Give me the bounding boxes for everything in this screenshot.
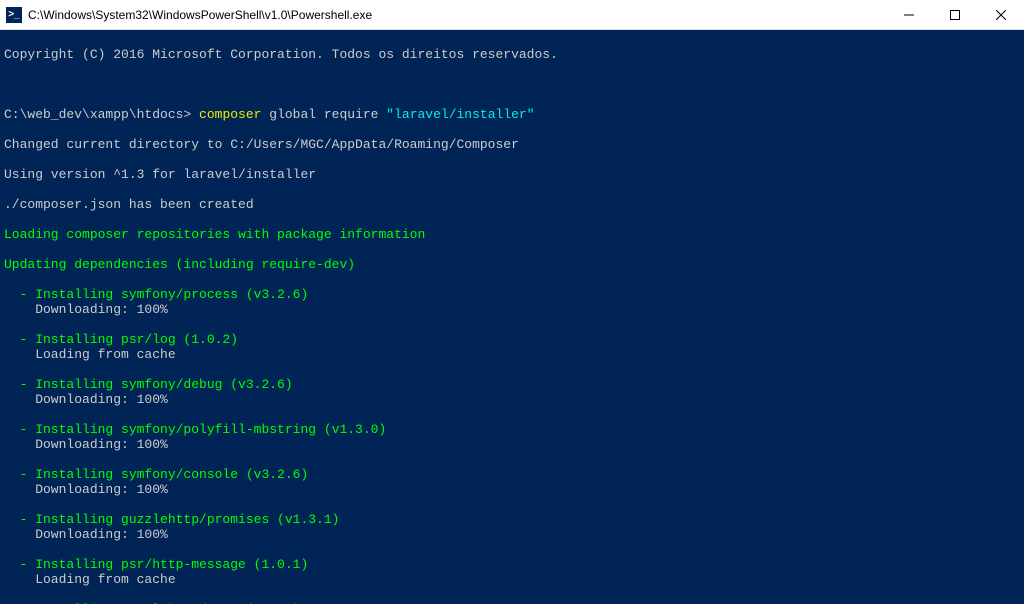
blank-line xyxy=(4,542,1020,557)
window-titlebar: >_ C:\Windows\System32\WindowsPowerShell… xyxy=(0,0,1024,30)
blank-line xyxy=(4,407,1020,422)
maximize-button[interactable] xyxy=(932,0,978,30)
download-line: Downloading: 100% xyxy=(4,527,1020,542)
blank-line xyxy=(4,362,1020,377)
prompt-path: C:\web_dev\xampp\htdocs> xyxy=(4,107,199,122)
install-line: - Installing psr/http-message (1.0.1) xyxy=(4,557,1020,572)
install-line: - Installing psr/log (1.0.2) xyxy=(4,332,1020,347)
output-line: Updating dependencies (including require… xyxy=(4,257,1020,272)
command-package: "laravel/installer" xyxy=(386,107,534,122)
minimize-button[interactable] xyxy=(886,0,932,30)
terminal-output[interactable]: Copyright (C) 2016 Microsoft Corporation… xyxy=(0,30,1024,604)
blank-line xyxy=(4,587,1020,602)
window-controls xyxy=(886,0,1024,30)
maximize-icon xyxy=(950,10,960,20)
close-button[interactable] xyxy=(978,0,1024,30)
command-line: C:\web_dev\xampp\htdocs> composer global… xyxy=(4,107,1020,122)
download-line: Downloading: 100% xyxy=(4,437,1020,452)
output-line: Using version ^1.3 for laravel/installer xyxy=(4,167,1020,182)
install-line: - Installing symfony/polyfill-mbstring (… xyxy=(4,422,1020,437)
install-line: - Installing symfony/process (v3.2.6) xyxy=(4,287,1020,302)
copyright-line: Copyright (C) 2016 Microsoft Corporation… xyxy=(4,47,1020,62)
command-composer: composer xyxy=(199,107,261,122)
output-line: Loading composer repositories with packa… xyxy=(4,227,1020,242)
blank-line xyxy=(4,77,1020,92)
install-line: - Installing symfony/console (v3.2.6) xyxy=(4,467,1020,482)
minimize-icon xyxy=(904,10,914,20)
download-line: Downloading: 100% xyxy=(4,302,1020,317)
output-line: Changed current directory to C:/Users/MG… xyxy=(4,137,1020,152)
powershell-icon: >_ xyxy=(6,7,22,23)
download-line: Loading from cache xyxy=(4,347,1020,362)
install-line: - Installing symfony/debug (v3.2.6) xyxy=(4,377,1020,392)
close-icon xyxy=(996,10,1006,20)
output-line: ./composer.json has been created xyxy=(4,197,1020,212)
window-title: C:\Windows\System32\WindowsPowerShell\v1… xyxy=(28,8,886,22)
download-line: Loading from cache xyxy=(4,572,1020,587)
download-line: Downloading: 100% xyxy=(4,482,1020,497)
install-line: - Installing guzzlehttp/promises (v1.3.1… xyxy=(4,512,1020,527)
command-args: global require xyxy=(261,107,386,122)
blank-line xyxy=(4,452,1020,467)
blank-line xyxy=(4,497,1020,512)
download-line: Downloading: 100% xyxy=(4,392,1020,407)
blank-line xyxy=(4,317,1020,332)
